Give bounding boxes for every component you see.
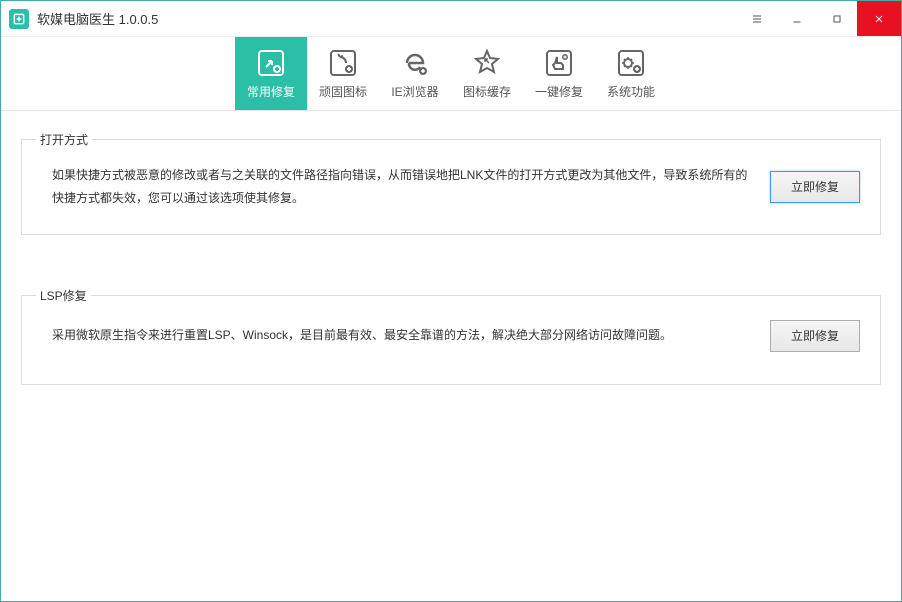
stubborn-icon	[327, 47, 359, 79]
tab-stubborn-icon[interactable]: 顽固图标	[307, 37, 379, 110]
panel-lsp-repair: LSP修复 采用微软原生指令来进行重置LSP、Winsock，是目前最有效、最安…	[21, 295, 881, 385]
system-func-icon	[615, 47, 647, 79]
ie-browser-icon	[399, 47, 431, 79]
panel-description: 采用微软原生指令来进行重置LSP、Winsock，是目前最有效、最安全靠谱的方法…	[52, 324, 750, 347]
tab-system-func[interactable]: 系统功能	[595, 37, 667, 110]
tab-label: 系统功能	[607, 83, 655, 100]
repair-now-button[interactable]: 立即修复	[770, 171, 860, 203]
tab-common-repair[interactable]: 常用修复	[235, 37, 307, 110]
tab-one-click[interactable]: 一键修复	[523, 37, 595, 110]
icon-cache-icon	[471, 47, 503, 79]
tab-label: 图标缓存	[463, 83, 511, 100]
close-button[interactable]	[857, 1, 901, 36]
tab-label: 顽固图标	[319, 83, 367, 100]
menu-button[interactable]	[737, 1, 777, 36]
titlebar: 软媒电脑医生 1.0.0.5	[1, 1, 901, 37]
shortcut-repair-icon	[255, 47, 287, 79]
tab-icon-cache[interactable]: 图标缓存	[451, 37, 523, 110]
tab-label: IE浏览器	[391, 83, 438, 100]
window-title: 软媒电脑医生 1.0.0.5	[37, 9, 158, 28]
maximize-button[interactable]	[817, 1, 857, 36]
one-click-icon	[543, 47, 575, 79]
panel-body: 采用微软原生指令来进行重置LSP、Winsock，是目前最有效、最安全靠谱的方法…	[52, 320, 860, 352]
panel-description: 如果快捷方式被恶意的修改或者与之关联的文件路径指向错误，从而错误地把LNK文件的…	[52, 164, 750, 210]
tab-label: 一键修复	[535, 83, 583, 100]
app-icon	[9, 9, 29, 29]
panel-open-with: 打开方式 如果快捷方式被恶意的修改或者与之关联的文件路径指向错误，从而错误地把L…	[21, 139, 881, 235]
window-controls	[737, 1, 901, 36]
panel-title: 打开方式	[36, 131, 92, 148]
toolbar: 常用修复 顽固图标 IE浏览器	[1, 37, 901, 111]
panel-body: 如果快捷方式被恶意的修改或者与之关联的文件路径指向错误，从而错误地把LNK文件的…	[52, 164, 860, 210]
tab-ie-browser[interactable]: IE浏览器	[379, 37, 451, 110]
repair-now-button[interactable]: 立即修复	[770, 320, 860, 352]
panel-title: LSP修复	[36, 287, 91, 304]
tab-label: 常用修复	[247, 83, 295, 100]
content-area: 打开方式 如果快捷方式被恶意的修改或者与之关联的文件路径指向错误，从而错误地把L…	[1, 111, 901, 473]
minimize-button[interactable]	[777, 1, 817, 36]
